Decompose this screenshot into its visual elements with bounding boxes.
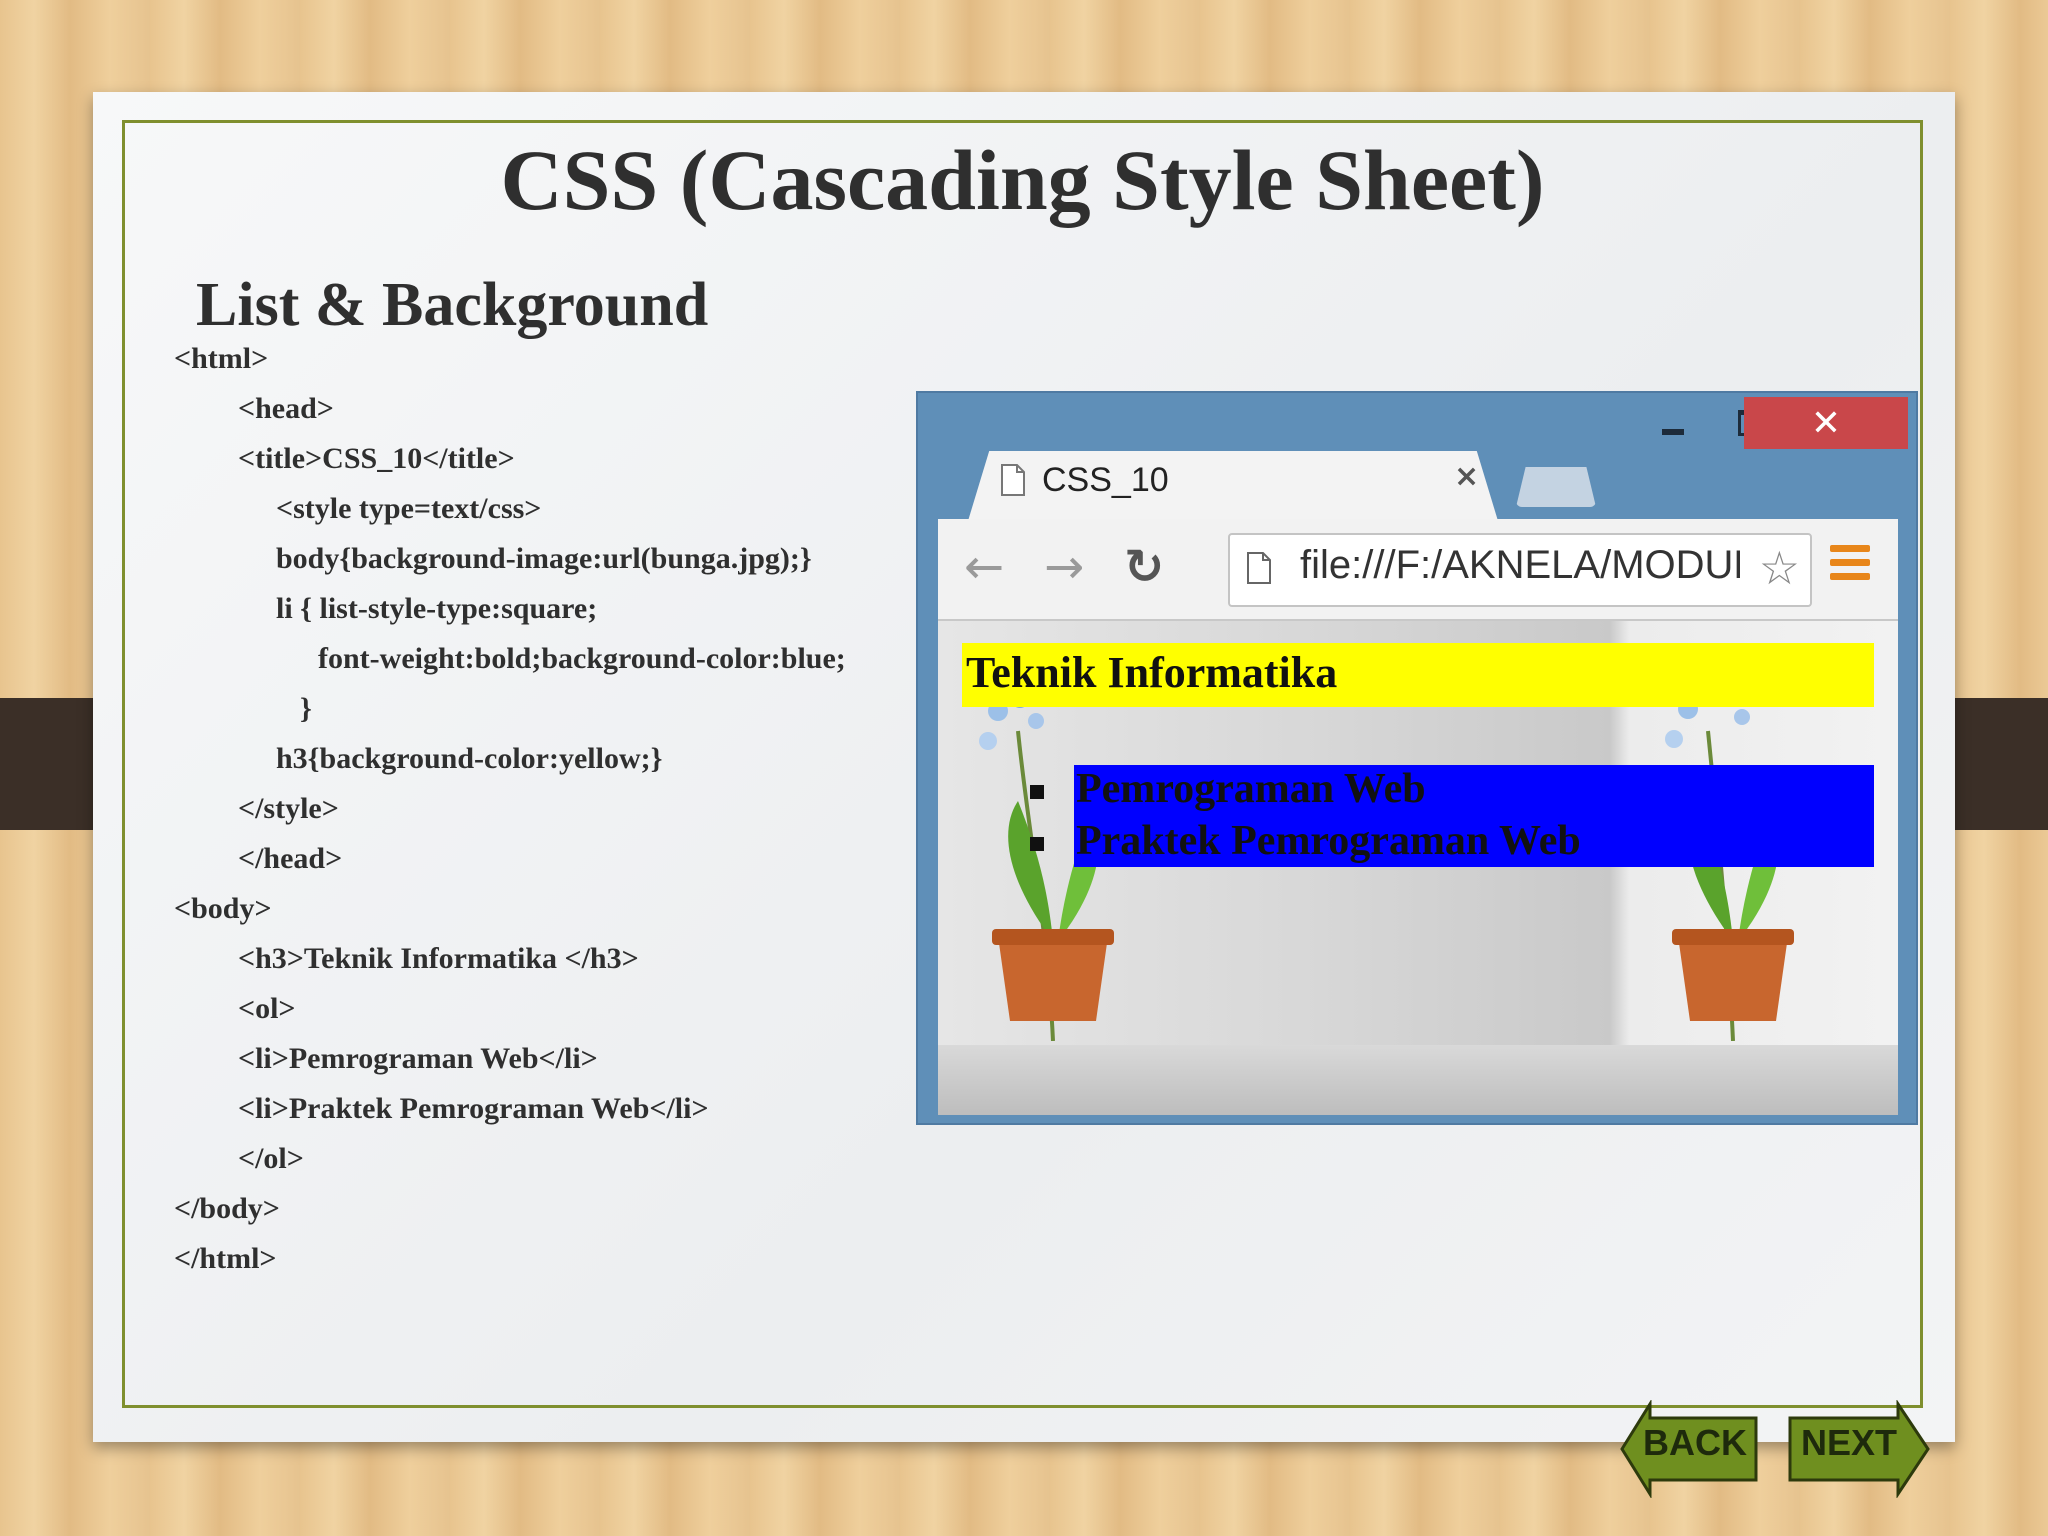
square-bullet-icon <box>1030 837 1044 851</box>
menu-icon[interactable] <box>1830 545 1870 589</box>
list-item: Praktek Pemrograman Web <box>1076 818 1581 864</box>
window-close-button[interactable]: ✕ <box>1744 397 1908 449</box>
page-icon <box>1001 464 1025 496</box>
url-text: file:///F:/AKNELA/MODUL <box>1300 543 1740 587</box>
code-line: </style> <box>238 792 339 825</box>
code-line: </head> <box>238 842 343 875</box>
address-bar[interactable]: file:///F:/AKNELA/MODUL ☆ <box>1228 533 1812 607</box>
code-line: <body> <box>174 892 272 925</box>
code-line: h3{background-color:yellow;} <box>276 742 663 775</box>
code-line: li { list-style-type:square; <box>276 592 598 625</box>
page-icon <box>1247 552 1271 584</box>
code-line: </ol> <box>238 1142 304 1175</box>
close-icon: ✕ <box>1810 402 1842 444</box>
browser-toolbar: ← → ↻ file:///F:/AKNELA/MODUL ☆ <box>938 519 1898 621</box>
tab-title: CSS_10 <box>1042 461 1169 499</box>
code-line: </html> <box>174 1242 277 1275</box>
back-label: BACK <box>1643 1422 1747 1463</box>
forward-arrow-icon[interactable]: → <box>1044 539 1084 595</box>
bookmark-star-icon[interactable]: ☆ <box>1759 541 1800 595</box>
code-line: } <box>300 692 312 725</box>
reload-icon[interactable]: ↻ <box>1124 539 1164 595</box>
new-tab-button[interactable] <box>1516 467 1596 507</box>
square-bullet-icon <box>1030 785 1044 799</box>
browser-window: ✕ CSS_10 × ← → ↻ file:///F:/AKNELA/MODUL… <box>916 391 1918 1125</box>
code-line: <h3>Teknik Informatika </h3> <box>238 942 639 975</box>
code-line: <title>CSS_10</title> <box>238 442 515 475</box>
list-item: Pemrograman Web <box>1076 766 1426 812</box>
code-line: <head> <box>238 392 334 425</box>
slide-title: CSS (Cascading Style Sheet) <box>500 132 1545 228</box>
code-line: <ol> <box>238 992 296 1025</box>
code-line: </body> <box>174 1192 280 1225</box>
code-line: font-weight:bold;background-color:blue; <box>318 642 846 675</box>
code-line: <html> <box>174 342 269 375</box>
slide-subtitle: List & Background <box>196 271 709 339</box>
back-button[interactable]: BACK <box>1620 1398 1758 1500</box>
minimize-icon <box>1662 429 1684 435</box>
background-floor <box>938 1045 1898 1115</box>
next-button[interactable]: NEXT <box>1788 1399 1930 1499</box>
code-line: <li>Praktek Pemrograman Web</li> <box>238 1092 709 1125</box>
page-viewport: Teknik Informatika Pemrograman Web Prakt… <box>938 621 1898 1115</box>
next-label: NEXT <box>1800 1422 1897 1463</box>
code-line: <li>Pemrograman Web</li> <box>238 1042 598 1075</box>
code-line: body{background-image:url(bunga.jpg);} <box>276 542 812 575</box>
code-line: <style type=text/css> <box>276 492 542 525</box>
page-heading: Teknik Informatika <box>966 648 1338 697</box>
minimize-button[interactable] <box>1638 397 1708 449</box>
tab-close-icon[interactable]: × <box>1454 459 1479 494</box>
back-arrow-icon[interactable]: ← <box>964 539 1004 595</box>
